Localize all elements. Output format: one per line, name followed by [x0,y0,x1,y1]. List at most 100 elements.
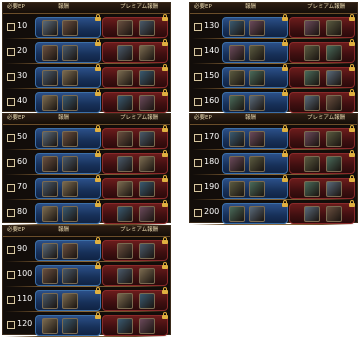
premium-reward-slot[interactable] [289,14,355,38]
free-reward-slot[interactable] [35,39,101,63]
free-reward-slot[interactable] [222,125,288,149]
premium-reward-slot[interactable] [102,150,168,174]
reward-row: 170 [190,125,357,150]
premium-reward-slot[interactable] [102,312,168,336]
checkbox-icon[interactable] [7,23,15,31]
row-divider [5,149,168,150]
free-reward-slot[interactable] [222,200,288,224]
free-reward-slot[interactable] [35,287,101,311]
lock-icon [282,125,288,132]
checkbox-icon[interactable] [194,209,202,217]
ep-column-header: 必要EP [7,115,25,121]
reward-item-icon [62,70,78,86]
free-reward-slot[interactable] [35,150,101,174]
reward-row: 80 [3,200,170,225]
premium-reward-slot[interactable] [289,39,355,63]
free-reward-slot[interactable] [222,64,288,88]
reward-item-icon [62,243,78,259]
checkbox-icon[interactable] [7,209,15,217]
checkbox-icon[interactable] [194,98,202,106]
free-reward-slot[interactable] [35,89,101,113]
premium-reward-slot[interactable] [289,150,355,174]
reward-row: 10 [3,14,170,39]
reward-item-icon [62,156,78,172]
premium-reward-slot[interactable] [102,262,168,286]
free-reward-slot[interactable] [35,262,101,286]
reward-item-icon [117,131,133,147]
checkbox-icon[interactable] [7,48,15,56]
reward-item-icon [42,243,58,259]
checkbox-icon[interactable] [7,73,15,81]
checkbox-icon[interactable] [194,23,202,31]
lock-icon [162,89,168,96]
premium-reward-slot[interactable] [289,64,355,88]
required-ep-value: 20 [17,46,28,55]
premium-reward-slot[interactable] [289,89,355,113]
checkbox-icon[interactable] [7,296,15,304]
premium-reward-slot[interactable] [102,14,168,38]
lock-icon [162,312,168,319]
checkbox-icon[interactable] [7,321,15,329]
checkbox-icon[interactable] [7,184,15,192]
required-ep-value: 90 [17,244,28,253]
free-reward-slot[interactable] [222,175,288,199]
checkbox-icon[interactable] [7,271,15,279]
reward-item-icon [139,268,155,284]
lock-icon [95,39,101,46]
checkbox-icon[interactable] [194,159,202,167]
reward-row: 120 [3,312,170,337]
free-reward-slot[interactable] [35,237,101,261]
premium-reward-slot[interactable] [102,64,168,88]
free-reward-slot[interactable] [222,14,288,38]
required-ep-value: 160 [204,96,220,105]
reward-panel: 必要EP 報酬 プレミアム報酬 170 180 190 200 [189,113,358,225]
reward-item-icon [117,318,133,334]
checkbox-icon[interactable] [194,134,202,142]
premium-reward-slot[interactable] [102,287,168,311]
free-reward-slot[interactable] [222,39,288,63]
free-reward-slot[interactable] [222,89,288,113]
free-reward-slot[interactable] [35,64,101,88]
ep-column-header: 必要EP [194,115,212,121]
checkbox-icon[interactable] [7,246,15,254]
checkbox-icon[interactable] [7,159,15,167]
reward-item-icon [326,45,342,61]
premium-reward-slot[interactable] [289,175,355,199]
premium-reward-slot[interactable] [102,125,168,149]
reward-column-header: 報酬 [245,4,257,10]
premium-column-header: プレミアム報酬 [120,227,159,233]
checkbox-icon[interactable] [194,184,202,192]
reward-item-icon [42,268,58,284]
free-reward-slot[interactable] [35,200,101,224]
panel-header: 必要EP 報酬 プレミアム報酬 [3,226,170,237]
premium-reward-slot[interactable] [102,89,168,113]
reward-item-icon [326,156,342,172]
premium-reward-slot[interactable] [102,200,168,224]
reward-item-icon [249,181,265,197]
free-reward-slot[interactable] [35,312,101,336]
free-reward-slot[interactable] [35,125,101,149]
checkbox-icon[interactable] [194,73,202,81]
checkbox-icon[interactable] [7,98,15,106]
panel-header: 必要EP 報酬 プレミアム報酬 [190,114,357,125]
free-reward-slot[interactable] [222,150,288,174]
free-reward-slot[interactable] [35,175,101,199]
reward-item-icon [42,293,58,309]
premium-reward-slot[interactable] [102,237,168,261]
reward-item-icon [117,70,133,86]
reward-item-icon [249,45,265,61]
reward-panel: 必要EP 報酬 プレミアム報酬 130 140 150 160 [189,2,358,114]
reward-item-icon [229,156,245,172]
lock-icon [282,89,288,96]
free-reward-slot[interactable] [35,14,101,38]
premium-reward-slot[interactable] [102,175,168,199]
checkbox-icon[interactable] [194,48,202,56]
premium-reward-slot[interactable] [289,200,355,224]
premium-reward-slot[interactable] [102,39,168,63]
checkbox-icon[interactable] [7,134,15,142]
reward-item-icon [62,293,78,309]
reward-item-icon [304,181,320,197]
premium-reward-slot[interactable] [289,125,355,149]
lock-icon [282,39,288,46]
reward-item-icon [117,95,133,111]
